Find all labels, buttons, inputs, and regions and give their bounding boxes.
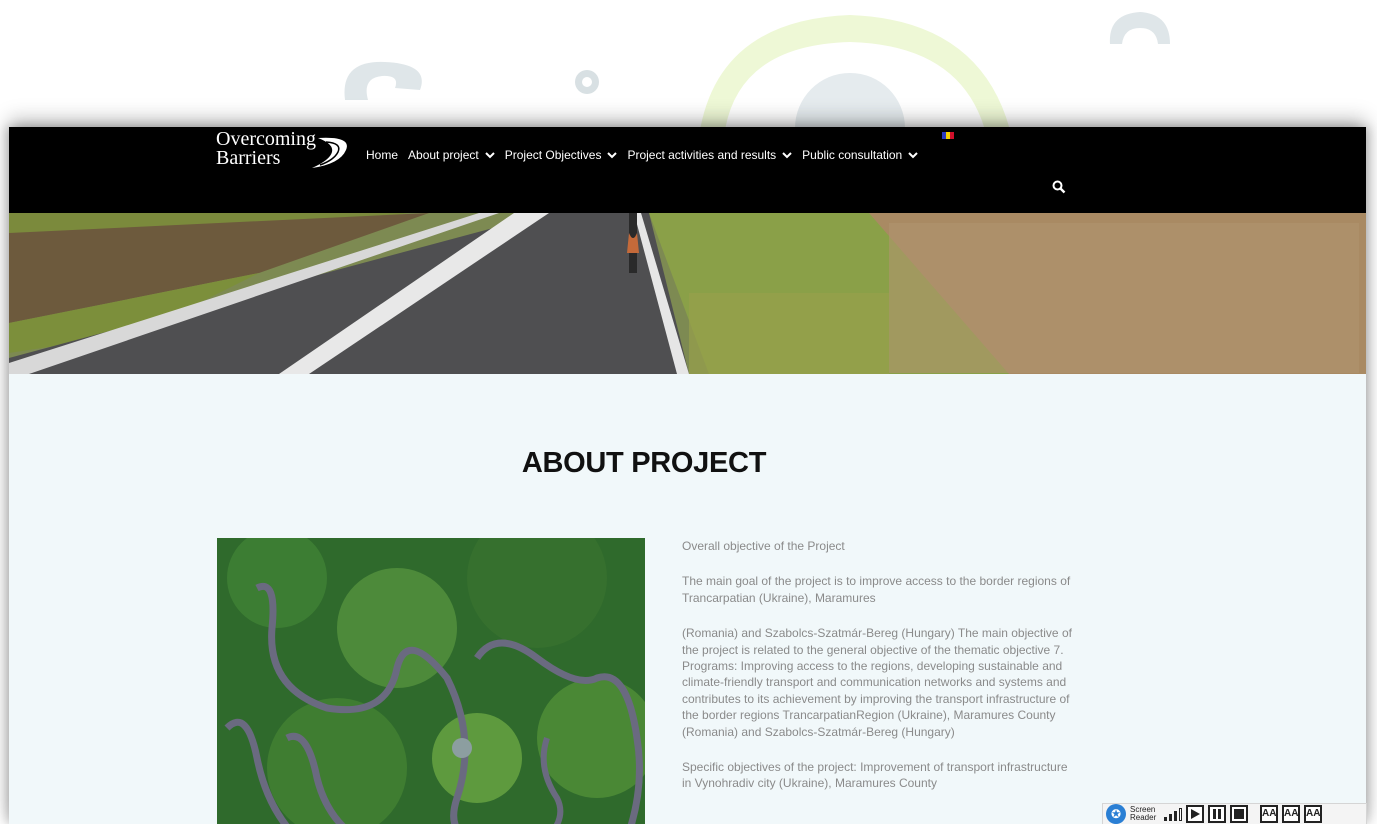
logo-line-2: Barriers	[216, 147, 281, 169]
search-icon[interactable]	[1052, 180, 1066, 194]
paragraph-specific-objectives: Specific objectives of the project: Impr…	[682, 760, 1068, 791]
pause-icon[interactable]	[1208, 805, 1226, 823]
nav-project-activities-label: Project activities and results	[627, 148, 777, 162]
screen-reader-label: Screen Reader	[1130, 806, 1162, 822]
hero-road-image	[9, 213, 1366, 374]
section-title: ABOUT PROJECT	[521, 447, 767, 479]
about-text-column: Overall objective of the Project The mai…	[682, 538, 1074, 811]
font-reset-button[interactable]: AA	[1304, 805, 1322, 823]
accessibility-icon[interactable]: ✪	[1106, 804, 1126, 824]
play-icon[interactable]	[1186, 805, 1204, 823]
romania-flag-icon[interactable]	[942, 132, 954, 139]
paragraph-main-objective: (Romania) and Szabolcs-Szatmár-Bereg (Hu…	[682, 626, 1072, 739]
chevron-down-icon	[782, 152, 792, 159]
font-decrease-button[interactable]: AA	[1260, 805, 1278, 823]
road-swoosh-icon	[312, 137, 347, 168]
chevron-down-icon	[485, 152, 495, 159]
nav-project-objectives-label: Project Objectives	[504, 148, 602, 162]
chevron-down-icon	[607, 152, 618, 159]
main-menu: Home About project Project Objectives Pr…	[366, 147, 928, 163]
site-logo[interactable]: Overcoming Barriers	[216, 129, 352, 174]
background-decoration	[0, 0, 1377, 130]
forest-road-photo	[217, 538, 645, 824]
nav-home[interactable]: Home	[366, 148, 398, 162]
nav-public-consultation[interactable]: Public consultation	[802, 148, 918, 162]
screen-reader-label-line2: Reader	[1130, 813, 1157, 822]
volume-icon[interactable]	[1164, 807, 1182, 821]
nav-project-objectives[interactable]: Project Objectives	[505, 148, 618, 162]
nav-public-consultation-label: Public consultation	[802, 148, 903, 162]
page-frame: Overcoming Barriers Home About project P…	[9, 127, 1366, 824]
paragraph-overall-objective: Overall objective of the Project	[682, 539, 845, 553]
nav-project-activities[interactable]: Project activities and results	[627, 148, 792, 162]
paragraph-main-goal: The main goal of the project is to impro…	[682, 574, 1071, 605]
top-navbar: Overcoming Barriers Home About project P…	[9, 127, 1366, 213]
nav-about-project[interactable]: About project	[408, 148, 495, 162]
stop-icon[interactable]	[1230, 805, 1248, 823]
chevron-down-icon	[908, 152, 918, 159]
font-increase-button[interactable]: AA	[1282, 805, 1300, 823]
logo-text: Overcoming Barriers	[216, 129, 316, 169]
hero-slider	[9, 213, 1366, 374]
screen-reader-toolbar: ✪ Screen Reader AA AA AA	[1102, 803, 1367, 824]
nav-home-label: Home	[366, 148, 399, 162]
nav-about-project-label: About project	[408, 148, 479, 162]
